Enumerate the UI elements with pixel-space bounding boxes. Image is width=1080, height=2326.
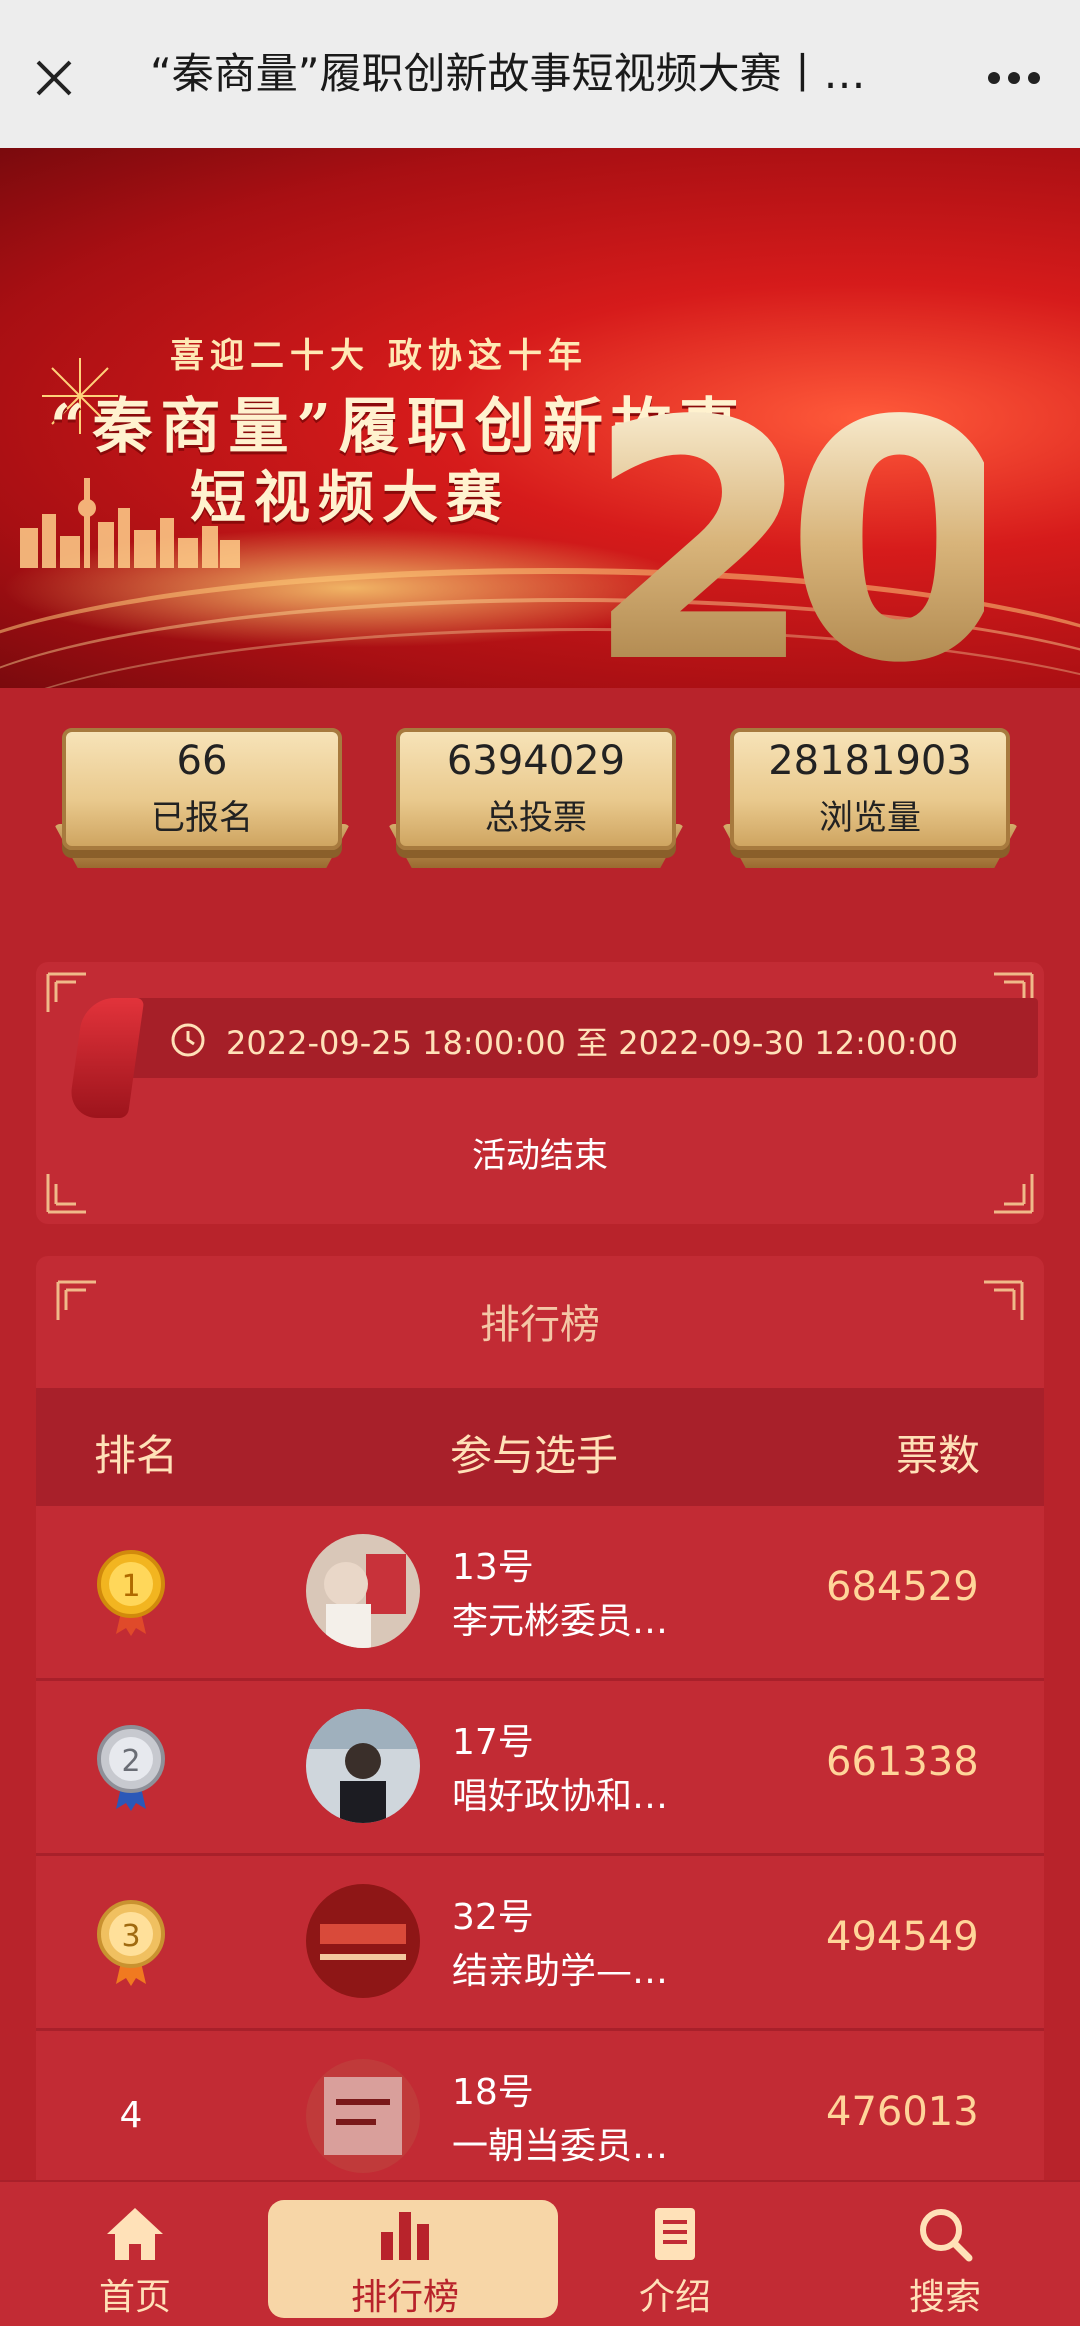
banner-title-line2: 短视频大赛	[190, 465, 510, 531]
stat-value: 6394029	[446, 738, 626, 784]
home-icon	[107, 2208, 163, 2260]
rank-number: 4	[119, 2095, 143, 2136]
header-votes: 票数	[896, 1431, 981, 1480]
banner-subtitle: 喜迎二十大 政协这十年	[170, 336, 588, 376]
stat-value: 66	[176, 738, 228, 784]
ranking-title: 排行榜	[480, 1302, 600, 1348]
activity-time-panel: 2022-09-25 18:00:00 至 2022-09-30 12:00:0…	[36, 962, 1044, 1224]
activity-status: 活动结束	[472, 1136, 608, 1176]
close-icon[interactable]	[30, 54, 78, 102]
ranking-row[interactable]: 2 17号 唱好政协和… 661338	[36, 1681, 1044, 1856]
svg-text:2: 2	[121, 1744, 140, 1779]
more-options-icon[interactable]	[984, 60, 1044, 96]
ranking-row[interactable]: 3 32号 结亲助学—… 494549	[36, 1856, 1044, 2031]
player-name: 唱好政协和…	[452, 1776, 669, 1817]
nav-intro[interactable]: 介绍	[540, 2182, 810, 2326]
nav-label: 首页	[98, 2277, 171, 2318]
stat-card-total-votes: 6394029 总投票	[388, 728, 684, 878]
player-number: 17号	[452, 1722, 534, 1763]
avatar	[306, 2059, 420, 2173]
stat-value: 28181903	[768, 738, 972, 784]
avatar	[306, 1709, 420, 1823]
banner-big-number: 20	[585, 378, 1014, 688]
page-title: “秦商量”履职创新故事短视频大赛丨…	[150, 49, 866, 98]
player-number: 18号	[452, 2072, 534, 2113]
nav-home[interactable]: 首页	[0, 2182, 270, 2326]
svg-text:3: 3	[121, 1919, 140, 1954]
vote-count: 476013	[826, 2089, 979, 2135]
bronze-medal-icon: 3	[97, 1900, 165, 1986]
nav-label: 搜索	[908, 2277, 981, 2318]
nav-label: 介绍	[638, 2277, 711, 2318]
event-banner: 喜迎二十大 政协这十年 “秦商量”履职创新故事 短视频大赛 20	[0, 148, 1080, 688]
player-name: 结亲助学—…	[452, 1951, 669, 1992]
stat-card-registered: 66 已报名	[54, 728, 350, 878]
player-name: 李元彬委员…	[452, 1601, 669, 1642]
gold-medal-icon: 1	[97, 1550, 165, 1636]
search-icon	[920, 2209, 973, 2262]
avatar	[306, 1884, 420, 1998]
player-number: 32号	[452, 1897, 534, 1938]
player-number: 13号	[452, 1547, 534, 1588]
bottom-navigation: 首页 排行榜 介绍 搜索	[0, 2180, 1080, 2326]
header-rank: 排名	[94, 1431, 179, 1480]
stat-card-views: 28181903 浏览量	[722, 728, 1018, 878]
document-icon	[655, 2208, 695, 2260]
top-bar: “秦商量”履职创新故事短视频大赛丨…	[0, 0, 1080, 148]
nav-ranking[interactable]: 排行榜	[268, 2182, 558, 2326]
svg-text:1: 1	[121, 1569, 140, 1604]
stat-label: 浏览量	[819, 798, 921, 838]
ranking-header-row: 排名 参与选手 票数	[36, 1388, 1044, 1506]
bar-chart-icon	[381, 2212, 429, 2260]
vote-count: 661338	[826, 1739, 979, 1785]
stat-label: 总投票	[485, 798, 587, 838]
stat-label: 已报名	[151, 798, 253, 838]
corner-ornament-icon	[46, 972, 86, 1012]
silver-medal-icon: 2	[97, 1725, 165, 1811]
ranking-row[interactable]: 1 13号 李元彬委员… 684529	[36, 1506, 1044, 1681]
nav-search[interactable]: 搜索	[810, 2182, 1080, 2326]
vote-count: 684529	[826, 1564, 979, 1610]
avatar	[306, 1534, 420, 1648]
activity-time-range: 2022-09-25 18:00:00 至 2022-09-30 12:00:0…	[226, 1024, 959, 1062]
vote-count: 494549	[826, 1914, 979, 1960]
header-player: 参与选手	[450, 1431, 619, 1480]
nav-label: 排行榜	[350, 2277, 459, 2318]
ribbon-decoration	[67, 998, 145, 1118]
player-name: 一朝当委员…	[452, 2126, 669, 2167]
clock-icon	[171, 1023, 205, 1057]
ranking-panel: 排行榜 排名 参与选手 票数 1 13号 李元彬委员… 684529 2 17号…	[36, 1256, 1044, 2256]
